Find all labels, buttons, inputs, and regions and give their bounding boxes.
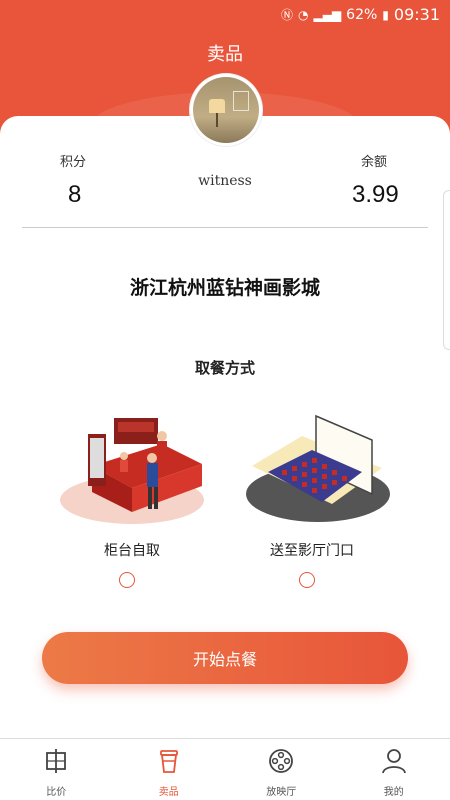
film-reel-icon — [269, 749, 294, 773]
tab-screening-hall[interactable]: 放映厅 — [225, 739, 338, 800]
hall-delivery-illustration — [246, 414, 390, 522]
user-icon — [381, 749, 406, 774]
pickup-option-label: 送至影厅门口 — [270, 543, 354, 559]
clock: 09:31 — [393, 5, 440, 24]
bottom-tab-bar: 比价 卖品 放映厅 我的 — [0, 738, 450, 800]
balance-label: 余额 — [361, 155, 388, 170]
status-bar: Ⓝ ◔ ▂▄▆ 62% ▮ 09:31 — [0, 0, 450, 30]
wifi-icon: ◔ — [297, 7, 309, 22]
pickup-option-hall-door[interactable]: 送至影厅门口 — [232, 406, 392, 596]
tab-label: 比价 — [46, 787, 67, 798]
points-label: 积分 — [60, 155, 87, 170]
radio-hall-door[interactable] — [299, 572, 315, 588]
cup-icon — [159, 750, 178, 773]
battery-percent: 62% — [346, 6, 378, 23]
cinema-name: 浙江杭州蓝钻神画影城 — [129, 277, 320, 299]
scrollbar[interactable] — [443, 190, 450, 350]
battery-icon: ▮ — [382, 7, 389, 22]
tab-label: 卖品 — [158, 787, 179, 798]
nfc-icon: Ⓝ — [280, 8, 293, 22]
pickup-option-label: 柜台自取 — [104, 543, 160, 559]
divider — [22, 227, 428, 228]
compare-icon — [46, 749, 67, 773]
avatar[interactable] — [190, 74, 262, 146]
signal-icon: ▂▄▆ — [313, 7, 342, 22]
tab-mine[interactable]: 我的 — [338, 739, 450, 800]
counter-pickup-illustration — [60, 418, 204, 524]
balance-value: 3.99 — [352, 181, 399, 208]
pickup-method-title: 取餐方式 — [194, 359, 255, 377]
page-title: 卖品 — [207, 44, 243, 65]
tab-snacks[interactable]: 卖品 — [113, 739, 226, 800]
tab-compare[interactable]: 比价 — [0, 739, 113, 800]
tab-label: 我的 — [383, 787, 404, 798]
radio-counter[interactable] — [119, 572, 135, 588]
pickup-option-counter[interactable]: 柜台自取 — [52, 406, 212, 596]
start-order-button[interactable]: 开始点餐 — [42, 632, 408, 684]
tab-label: 放映厅 — [266, 787, 297, 798]
